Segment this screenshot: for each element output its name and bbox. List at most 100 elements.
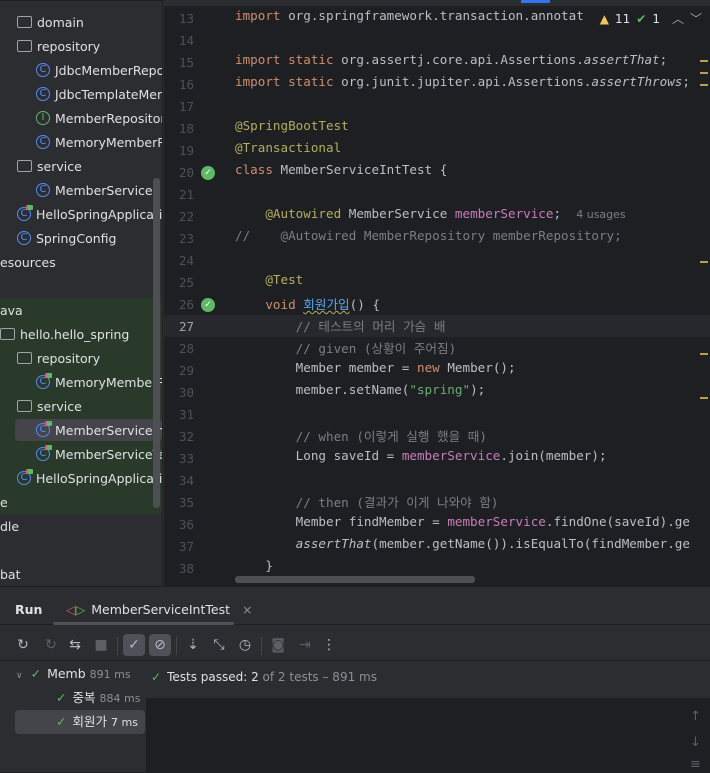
- tree-item[interactable]: C MemberService: [36, 179, 153, 201]
- line-number[interactable]: 19: [164, 140, 194, 162]
- error-stripe-mark[interactable]: [700, 84, 708, 86]
- chevron-up-icon[interactable]: ︿: [672, 10, 684, 27]
- tree-item[interactable]: CHelloSpringApplicationTests: [17, 467, 162, 489]
- chevron-down-icon[interactable]: ﹀: [690, 10, 702, 27]
- line-number[interactable]: 31: [164, 404, 194, 426]
- tree-item[interactable]: domain: [17, 11, 84, 33]
- code-line[interactable]: @SpringBootTest: [235, 118, 349, 140]
- code-line[interactable]: import static org.assertj.core.api.Asser…: [235, 52, 667, 74]
- tree-item[interactable]: repository: [17, 35, 100, 57]
- tree-item[interactable]: C JdbcMemberRepository: [36, 59, 162, 81]
- tree-item[interactable]: CMemoryMemberRepositoryTest: [36, 371, 162, 393]
- arrow-down-icon[interactable]: ↓: [690, 735, 701, 750]
- code-line[interactable]: void 회원가입() {: [235, 294, 380, 316]
- code-line[interactable]: // 테스트의 머리 가슴 배: [235, 316, 446, 338]
- tree-item[interactable]: esources: [0, 251, 56, 273]
- line-number[interactable]: 17: [164, 96, 194, 118]
- tree-item[interactable]: I MemberRepository: [36, 107, 162, 129]
- close-icon[interactable]: ×: [242, 602, 252, 617]
- test-row[interactable]: ∨ ✓ Memb 891 ms: [16, 662, 131, 686]
- test-row[interactable]: ✓ 회원가 7 ms: [15, 710, 145, 734]
- tree-item[interactable]: repository: [17, 347, 100, 369]
- line-number[interactable]: 22: [164, 206, 194, 228]
- line-number[interactable]: 20: [164, 162, 194, 184]
- code-line[interactable]: // when (이렇게 실행 했을 때): [235, 426, 487, 448]
- tree-item[interactable]: CHelloSpringApplication: [17, 203, 162, 225]
- line-number[interactable]: 14: [164, 30, 194, 52]
- inspection-widget[interactable]: ▲ 11 ✔ 1 ︿ ﹀: [595, 10, 702, 27]
- chevron-down-icon[interactable]: ∨: [16, 671, 23, 681]
- code-line[interactable]: import org.springframework.transaction.a…: [235, 8, 584, 30]
- tree-item[interactable]: dle: [0, 515, 19, 537]
- console-output[interactable]: [146, 699, 710, 773]
- export-icon[interactable]: ⇥: [294, 634, 316, 656]
- line-number[interactable]: 13: [164, 8, 194, 30]
- tree-item[interactable]: C SpringConfig: [17, 227, 116, 249]
- code-line[interactable]: member.setName("spring");: [235, 382, 486, 404]
- line-number[interactable]: 26: [164, 294, 194, 316]
- code-line[interactable]: import static org.junit.jupiter.api.Asse…: [235, 74, 690, 96]
- line-number[interactable]: 33: [164, 448, 194, 470]
- line-number[interactable]: 27: [164, 316, 194, 338]
- code-line[interactable]: Member member = new Member();: [235, 360, 516, 382]
- code-line[interactable]: @Test: [235, 272, 303, 294]
- code-line[interactable]: Member findMember = memberService.findOn…: [235, 514, 690, 536]
- tree-item[interactable]: ava: [0, 299, 23, 321]
- tab-member-service-int-test[interactable]: ◁▷ MemberServiceIntTest ×: [66, 602, 252, 617]
- run-test-icon[interactable]: ✓: [201, 166, 215, 180]
- line-number[interactable]: 29: [164, 360, 194, 382]
- line-number[interactable]: 28: [164, 338, 194, 360]
- error-stripe-mark[interactable]: [700, 397, 708, 399]
- show-ignored-icon[interactable]: ⊘: [149, 634, 171, 656]
- error-stripe-mark[interactable]: [700, 261, 708, 263]
- rerun-icon[interactable]: ↻: [12, 634, 34, 656]
- line-number[interactable]: 32: [164, 426, 194, 448]
- history-icon[interactable]: ◷: [234, 634, 256, 656]
- line-number[interactable]: 30: [164, 382, 194, 404]
- wrap-icon[interactable]: ≡: [690, 757, 701, 772]
- line-number[interactable]: 16: [164, 74, 194, 96]
- tree-item[interactable]: C JdbcTemplateMemberRepository: [36, 83, 162, 105]
- test-row[interactable]: ✓ 중복 884 ms: [56, 686, 140, 710]
- line-number[interactable]: 23: [164, 228, 194, 250]
- line-number[interactable]: 24: [164, 250, 194, 272]
- tree-item[interactable]: service: [17, 395, 82, 417]
- line-number[interactable]: 36: [164, 514, 194, 536]
- line-number[interactable]: 21: [164, 184, 194, 206]
- more-icon[interactable]: ⋮: [318, 634, 340, 656]
- tree-item[interactable]: hello.hello_spring: [0, 323, 129, 345]
- line-number[interactable]: 34: [164, 470, 194, 492]
- camera-icon[interactable]: ◙: [267, 634, 289, 656]
- error-stripe-mark[interactable]: [700, 60, 708, 62]
- error-stripe-mark[interactable]: [700, 353, 708, 355]
- code-line[interactable]: assertThat(member.getName()).isEqualTo(f…: [235, 536, 690, 558]
- run-test-icon[interactable]: ✓: [201, 298, 215, 312]
- code-line[interactable]: // then (결과가 이게 나와야 함): [235, 492, 499, 514]
- stop-icon[interactable]: ■: [90, 634, 112, 656]
- code-line[interactable]: // given (상황이 주어짐): [235, 338, 457, 360]
- sort-icon[interactable]: ⇣: [182, 634, 204, 656]
- code-line[interactable]: @Autowired MemberService memberService; …: [235, 206, 625, 228]
- code-editor[interactable]: 13 import org.springframework.transaction…: [163, 0, 710, 586]
- error-stripe-mark[interactable]: [700, 72, 708, 74]
- code-line[interactable]: @Transactional: [235, 140, 341, 162]
- project-tree-scrollbar[interactable]: [153, 178, 160, 508]
- tree-item[interactable]: C MemoryMemberRepository: [36, 131, 162, 153]
- code-line[interactable]: // @Autowired MemberRepository memberRep…: [235, 228, 622, 250]
- line-number[interactable]: 25: [164, 272, 194, 294]
- tree-item[interactable]: CMemberServiceIntTest: [15, 419, 162, 441]
- editor-horizontal-scrollbar[interactable]: [235, 576, 475, 583]
- line-number[interactable]: 15: [164, 52, 194, 74]
- line-number[interactable]: 35: [164, 492, 194, 514]
- arrow-up-icon[interactable]: ↑: [690, 709, 701, 724]
- tree-item[interactable]: service: [17, 155, 82, 177]
- code-line[interactable]: class MemberServiceIntTest {: [235, 162, 447, 184]
- show-passed-icon[interactable]: ✓: [123, 634, 145, 656]
- line-number[interactable]: 37: [164, 536, 194, 558]
- collapse-icon[interactable]: ⤡: [208, 634, 230, 656]
- code-line[interactable]: Long saveId = memberService.join(member)…: [235, 448, 607, 470]
- line-number[interactable]: 38: [164, 558, 194, 580]
- toggle-auto-test-icon[interactable]: ⇆: [64, 634, 86, 656]
- tree-item[interactable]: e: [0, 491, 8, 513]
- tree-item[interactable]: CMemberServiceTest: [36, 443, 162, 465]
